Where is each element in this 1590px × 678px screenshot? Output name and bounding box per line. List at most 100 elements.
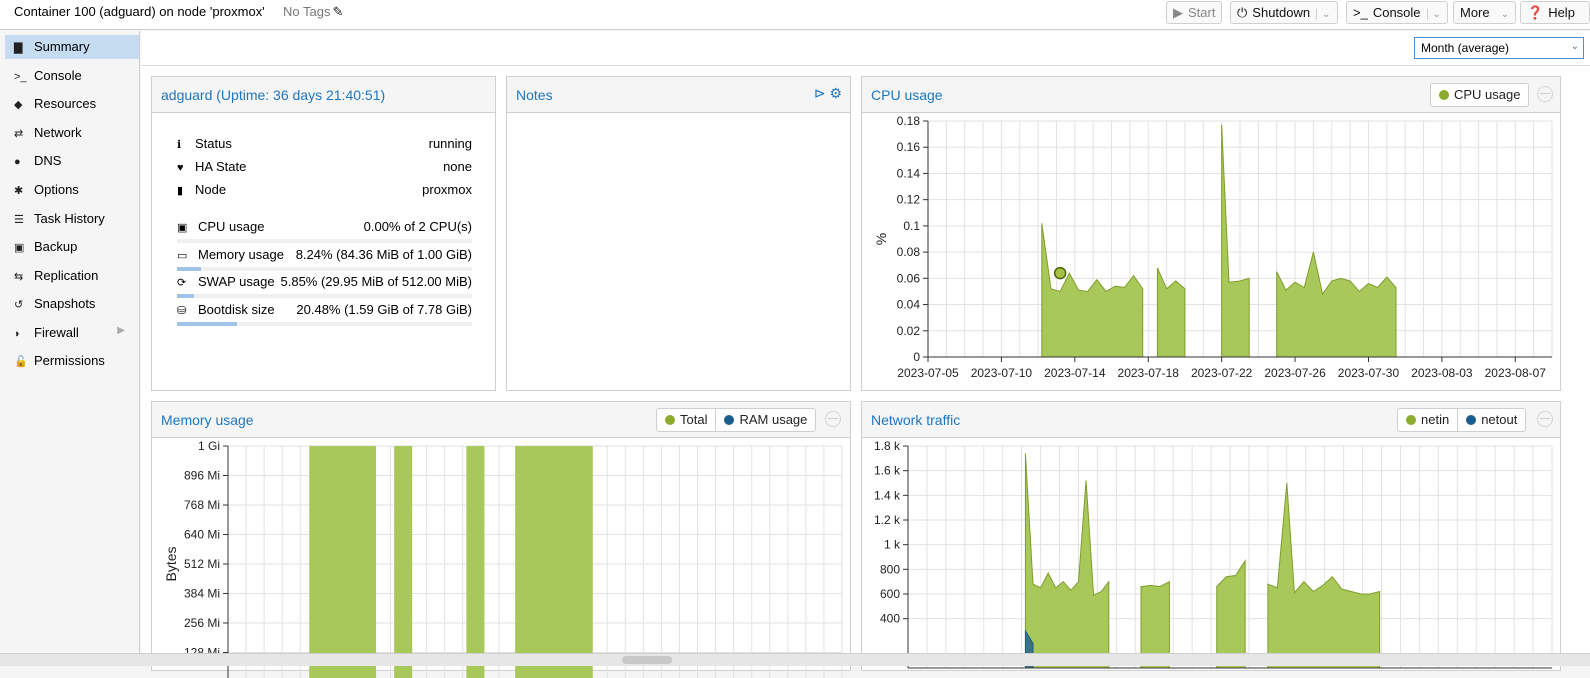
- legend-item-ram-usage[interactable]: RAM usage: [716, 409, 815, 431]
- sidebar-item-summary[interactable]: ▇ Summary: [5, 35, 139, 59]
- y-tick-label: 0.02: [897, 324, 921, 338]
- start-button[interactable]: ▶ Start: [1166, 1, 1223, 24]
- legend-dot: [1466, 415, 1477, 425]
- y-tick-label: 256 Mi: [184, 616, 220, 630]
- top-toolbar: Container 100 (adguard) on node 'proxmox…: [0, 0, 1590, 30]
- y-tick-label: 1 Gi: [198, 439, 220, 453]
- sidebar-item-resources[interactable]: ◆ Resources: [5, 92, 139, 116]
- network-chart-title: Network traffic: [871, 412, 961, 428]
- sidebar-item-network[interactable]: ⇄ Network: [5, 121, 139, 145]
- shutdown-button[interactable]: ⏻ Shutdown ⌄: [1230, 1, 1338, 24]
- legend-item-netin[interactable]: netin: [1398, 409, 1459, 431]
- legend-item-netout[interactable]: netout: [1458, 409, 1525, 431]
- y-tick-label: 0.12: [897, 193, 921, 207]
- y-tick-label: 600: [880, 587, 900, 601]
- main-content: Month (average) ⌄ adguard (Uptime: 36 day…: [141, 31, 1590, 678]
- y-tick-label: 512 Mi: [184, 557, 220, 571]
- collapse-icon[interactable]: —: [825, 411, 841, 427]
- y-tick-label: 1.8 k: [874, 439, 901, 453]
- console-button[interactable]: >_ Console ⌄: [1346, 1, 1448, 24]
- question-circle-icon: ❓: [1527, 5, 1544, 20]
- help-button[interactable]: ❓ Help: [1520, 1, 1590, 24]
- chevron-down-icon[interactable]: ⌄: [1316, 9, 1331, 20]
- sidebar-item-firewall[interactable]: ◗ Firewall ▶: [5, 321, 139, 345]
- bootdisk-bar: [177, 322, 472, 326]
- memory-chart: 128 Mi256 Mi384 Mi512 Mi640 Mi768 Mi896 …: [163, 439, 843, 678]
- memory-icon: ▭: [177, 250, 188, 262]
- x-tick-label: 2023-07-05: [897, 366, 959, 380]
- y-tick-label: 768 Mi: [184, 498, 220, 512]
- legend-dot: [724, 415, 735, 425]
- y-tick-label: 0.04: [897, 298, 921, 312]
- scrollbar-thumb[interactable]: [622, 656, 672, 664]
- y-tick-label: 896 Mi: [184, 469, 220, 483]
- status-panel-title: adguard (Uptime: 36 days 21:40:51): [152, 77, 495, 113]
- sidebar-item-snapshots[interactable]: ↺ Snapshots: [5, 292, 139, 316]
- sidebar-item-backup[interactable]: ▣ Backup: [5, 235, 139, 259]
- y-tick-label: 0.08: [897, 245, 921, 259]
- series-block: [309, 446, 377, 678]
- notes-title: Notes: [516, 87, 553, 103]
- chevron-down-icon[interactable]: ⌄: [1426, 9, 1441, 20]
- highlight-point: [1053, 266, 1067, 280]
- legend-dot: [1406, 415, 1416, 425]
- chevron-circle-right-icon[interactable]: ⊳: [814, 85, 826, 101]
- series-netin: [1216, 558, 1246, 669]
- sidebar-item-options[interactable]: ✱ Options: [5, 178, 139, 202]
- more-button[interactable]: More ⌄: [1453, 1, 1517, 24]
- memory-chart-legend: Total RAM usage: [656, 408, 817, 432]
- y-tick-label: 1.2 k: [874, 513, 901, 527]
- x-tick-label: 2023-08-03: [1411, 366, 1473, 380]
- series-cpu-usage: [1221, 124, 1250, 358]
- heartbeat-icon: ♥: [177, 162, 184, 174]
- y-tick-label: 400: [880, 612, 900, 626]
- legend-item-cpu[interactable]: CPU usage: [1431, 84, 1528, 106]
- x-tick-label: 2023-07-18: [1118, 366, 1180, 380]
- book-icon: ▇: [14, 42, 23, 54]
- y-tick-label: 0.16: [897, 140, 921, 154]
- gear-icon[interactable]: ⚙: [829, 85, 842, 101]
- collapse-icon[interactable]: —: [1537, 411, 1553, 427]
- tags-area[interactable]: No Tags ✎: [283, 4, 343, 20]
- sidebar-item-replication[interactable]: ⇆ Replication: [5, 264, 139, 288]
- ha-state-row: ♥ HA State none: [177, 159, 472, 174]
- series-block: [466, 446, 485, 678]
- series-netin: [1024, 453, 1110, 669]
- page-title: Container 100 (adguard) on node 'proxmox…: [14, 4, 265, 19]
- sidebar-item-permissions[interactable]: 🔓 Permissions: [5, 349, 139, 373]
- y-tick-label: 0.14: [897, 166, 921, 180]
- cpu-chart: 0 0.02 0.04 0.06 0.08 0.1 0.12 0.14 0.16 0.18 2023…: [873, 114, 1553, 380]
- swap-usage-row: ⟳ SWAP usage 5.85% (29.95 MiB of 512.00 Mi…: [177, 274, 472, 289]
- network-chart-legend: netin netout: [1397, 408, 1527, 432]
- timeframe-select[interactable]: Month (average) ⌄: [1414, 37, 1584, 59]
- terminal-icon: >_: [1353, 5, 1368, 20]
- server-icon: ▮: [177, 185, 184, 197]
- chevron-right-icon[interactable]: ▶: [117, 325, 125, 336]
- y-tick-label: 0.06: [897, 271, 921, 285]
- pencil-icon[interactable]: ✎: [332, 4, 343, 19]
- horizontal-scrollbar[interactable]: [0, 653, 1590, 666]
- terminal-icon: >_: [14, 71, 27, 83]
- cpu-icon: ▣: [177, 222, 188, 234]
- divider: [141, 65, 1590, 66]
- y-tick-label: 1.6 k: [874, 464, 901, 478]
- cpu-usage-row: ▣ CPU usage 0.00% of 2 CPU(s): [177, 219, 472, 234]
- status-row: ℹ Status running: [177, 136, 472, 151]
- power-icon: ⏻: [1237, 5, 1248, 20]
- memory-chart-title: Memory usage: [161, 412, 254, 428]
- tags-label: No Tags: [283, 4, 331, 19]
- series-cpu-usage: [1156, 267, 1186, 358]
- sidebar-item-task-history[interactable]: ☰ Task History: [5, 207, 139, 231]
- shield-icon: ◗: [14, 328, 21, 340]
- memory-usage-row: ▭ Memory usage 8.24% (84.36 MiB of 1.00 Gi…: [177, 247, 472, 262]
- memory-usage-bar: [177, 267, 472, 271]
- notes-panel-header: Notes ⊳ ⚙: [507, 77, 850, 113]
- floppy-icon: ▣: [14, 242, 25, 254]
- collapse-icon[interactable]: —: [1537, 86, 1553, 102]
- x-tick-label: 2023-07-14: [1044, 366, 1106, 380]
- sidebar-item-dns[interactable]: ● DNS: [5, 149, 139, 173]
- legend-item-total[interactable]: Total: [657, 409, 717, 431]
- sidebar-item-console[interactable]: >_ Console: [5, 64, 139, 88]
- x-tick-label: 2023-07-22: [1191, 366, 1253, 380]
- chevron-down-icon[interactable]: ⌄: [1571, 41, 1579, 52]
